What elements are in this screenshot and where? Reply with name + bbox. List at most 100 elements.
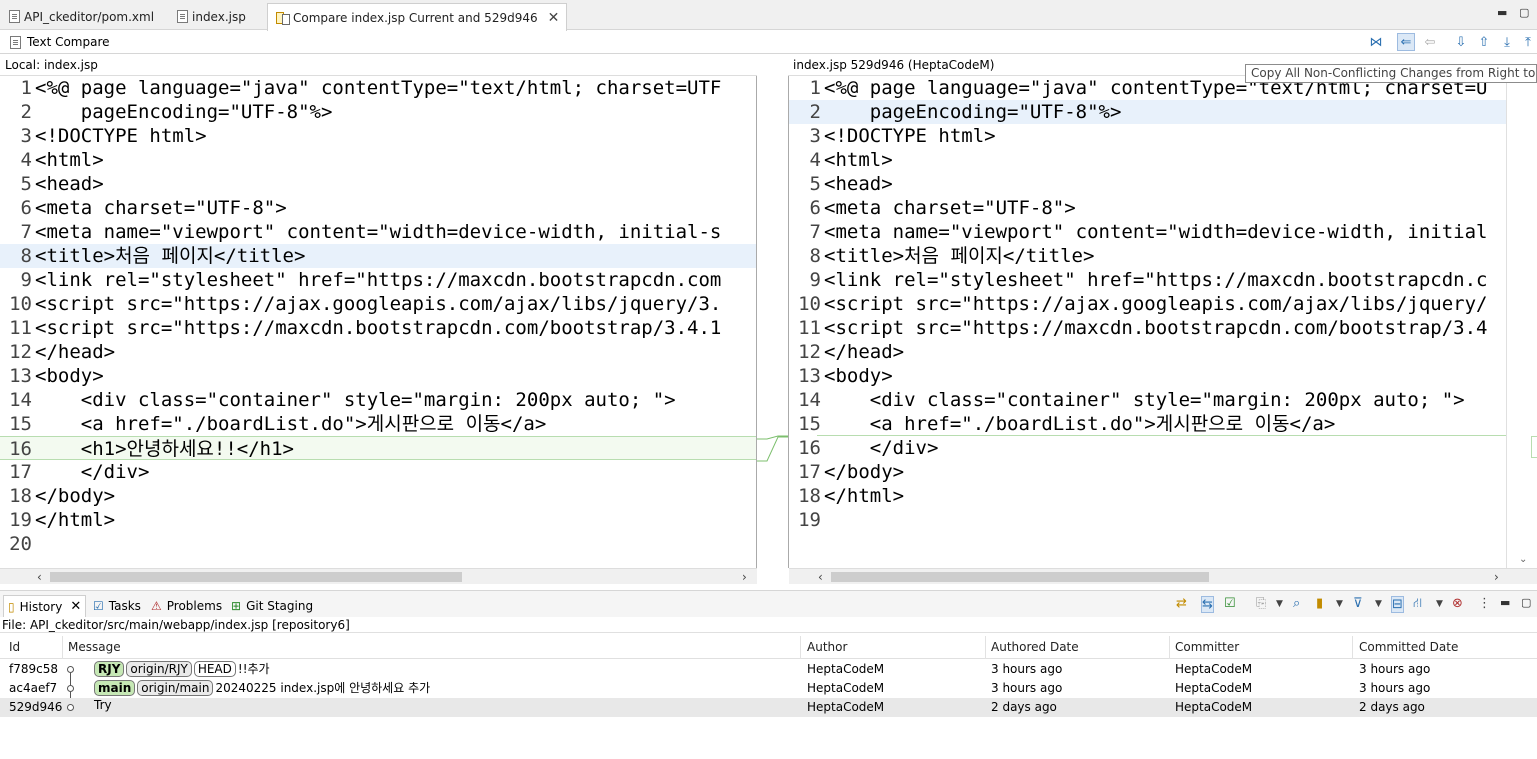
- compare-mode-icon[interactable]: ⎘: [1256, 596, 1266, 611]
- dropdown-arrow-icon[interactable]: ▼: [1375, 599, 1382, 609]
- code-line[interactable]: 17 </body>: [789, 460, 1506, 484]
- link-with-editor-icon[interactable]: ⇆: [1201, 596, 1214, 613]
- commit-id: f789c58: [9, 662, 58, 676]
- tab-git-staging[interactable]: ⊞ Git Staging: [227, 595, 317, 617]
- stop-icon[interactable]: ⊗: [1452, 596, 1463, 611]
- minimize-icon[interactable]: ▬: [1500, 596, 1510, 609]
- ignore-whitespace-icon[interactable]: ⋈: [1367, 33, 1385, 51]
- column-id[interactable]: Id: [9, 640, 20, 654]
- search-icon[interactable]: ⌕: [1293, 596, 1300, 611]
- code-line[interactable]: 12 </head>: [0, 340, 757, 364]
- right-hscrollbar[interactable]: ‹ ›: [789, 568, 1537, 584]
- column-authored-date[interactable]: Authored Date: [991, 640, 1079, 654]
- tab-index-jsp[interactable]: index.jsp: [170, 3, 253, 30]
- next-difference-icon[interactable]: ⇩: [1452, 33, 1470, 51]
- show-all-branches-icon[interactable]: ⊟: [1391, 596, 1404, 613]
- code-line[interactable]: 8 <title>처음 페이지</title>: [0, 244, 757, 268]
- code-line[interactable]: 3 <!DOCTYPE html>: [789, 124, 1506, 148]
- next-change-icon[interactable]: ⤓: [1498, 33, 1516, 51]
- code-line[interactable]: 9 <link rel="stylesheet" href="https://ma…: [0, 268, 757, 292]
- code-line[interactable]: 18 </body>: [0, 484, 757, 508]
- code-line[interactable]: 14 <div class="container" style="margin:…: [789, 388, 1506, 412]
- code-line[interactable]: 5 <head>: [0, 172, 757, 196]
- code-line[interactable]: 10 <script src="https://ajax.googleapis.c…: [0, 292, 757, 316]
- column-author[interactable]: Author: [807, 640, 847, 654]
- copy-current-change-icon[interactable]: ⇦: [1421, 33, 1439, 51]
- pin-icon[interactable]: ☑: [1224, 596, 1236, 611]
- previous-change-icon[interactable]: ⤒: [1519, 33, 1537, 51]
- code-line[interactable]: 9 <link rel="stylesheet" href="https://ma…: [789, 268, 1506, 292]
- scroll-down-arrow-icon[interactable]: ⌄: [1519, 554, 1527, 565]
- code-line[interactable]: 4 <html>: [0, 148, 757, 172]
- commit-graph-node: [67, 666, 74, 673]
- code-line[interactable]: 19 </html>: [0, 508, 757, 532]
- left-code-pane[interactable]: 1 <%@ page language="java" contentType="t…: [0, 76, 757, 568]
- code-line[interactable]: 1 <%@ page language="java" contentType="t…: [0, 76, 757, 100]
- left-hscroll-thumb[interactable]: [50, 572, 462, 582]
- code-line[interactable]: 6 <meta charset="UTF-8">: [0, 196, 757, 220]
- code-line[interactable]: 11 <script src="https://maxcdn.bootstrapc…: [0, 316, 757, 340]
- filter-icon[interactable]: ⊽: [1353, 596, 1363, 611]
- code-line[interactable]: 2 pageEncoding="UTF-8"%>: [789, 100, 1506, 124]
- compare-icon: [275, 11, 290, 25]
- column-message[interactable]: Message: [68, 640, 121, 654]
- code-line[interactable]: 14 <div class="container" style="margin:…: [0, 388, 757, 412]
- code-line[interactable]: 10 <script src="https://ajax.googleapis.c…: [789, 292, 1506, 316]
- code-line[interactable]: 16 <h1>안녕하세요!!</h1>: [0, 436, 757, 460]
- code-line[interactable]: 15 <a href="./boardList.do">게시판으로 이동</a>: [0, 412, 757, 436]
- code-line[interactable]: 20: [0, 532, 757, 556]
- table-row[interactable]: 529d946 Try HeptaCodeM 2 days ago HeptaCodeM…: [0, 698, 1537, 717]
- code-line[interactable]: 2 pageEncoding="UTF-8"%>: [0, 100, 757, 124]
- tab-pom-xml[interactable]: API_ckeditor/pom.xml: [2, 3, 161, 30]
- maximize-icon[interactable]: ▢: [1521, 596, 1531, 609]
- message-text: 20240225 index.jsp에 안녕하세요 추가: [215, 681, 431, 695]
- code-line[interactable]: 6 <meta charset="UTF-8">: [789, 196, 1506, 220]
- code-line[interactable]: 13 <body>: [789, 364, 1506, 388]
- scroll-left-arrow-icon[interactable]: ‹: [818, 569, 823, 585]
- history-icon: ▯: [8, 599, 15, 614]
- graph-icon[interactable]: ⛙: [1413, 596, 1422, 613]
- left-hscrollbar[interactable]: ‹ ›: [0, 568, 757, 584]
- view-menu-icon[interactable]: ⋮: [1478, 596, 1491, 611]
- code-line[interactable]: 3 <!DOCTYPE html>: [0, 124, 757, 148]
- close-icon[interactable]: ✕: [548, 10, 560, 26]
- link-with-selection-icon[interactable]: ⇄: [1176, 596, 1187, 611]
- table-row[interactable]: ac4aef7 main origin/main 20240225 index.jsp…: [0, 679, 1537, 704]
- column-committed-date[interactable]: Committed Date: [1359, 640, 1458, 654]
- close-icon[interactable]: ✕: [70, 599, 81, 614]
- right-code-pane[interactable]: 1 <%@ page language="java" contentType="t…: [789, 76, 1506, 568]
- code-line[interactable]: 7 <meta name="viewport" content="width=de…: [789, 220, 1506, 244]
- tab-tasks[interactable]: ☑ Tasks: [89, 595, 145, 617]
- previous-difference-icon[interactable]: ⇧: [1475, 33, 1493, 51]
- scroll-right-arrow-icon[interactable]: ›: [742, 569, 747, 585]
- code-line[interactable]: 16 </div>: [789, 436, 1506, 460]
- tab-compare[interactable]: Compare index.jsp Current and 529d946 ✕: [267, 3, 568, 31]
- tab-problems[interactable]: ⚠ Problems: [147, 595, 226, 617]
- code-line[interactable]: 12 </head>: [789, 340, 1506, 364]
- table-row[interactable]: f789c58 RJY origin/RJY HEAD !!추가 HeptaCodeM 3 …: [0, 660, 1537, 685]
- copy-right-to-left-icon[interactable]: ⇐: [1397, 33, 1415, 51]
- tab-history[interactable]: ▯ History ✕: [3, 595, 87, 617]
- code-line[interactable]: 18 </html>: [789, 484, 1506, 508]
- minimize-icon[interactable]: ▬: [1497, 6, 1507, 19]
- dropdown-arrow-icon[interactable]: ▼: [1276, 599, 1283, 609]
- code-line[interactable]: 8 <title>처음 페이지</title>: [789, 244, 1506, 268]
- code-line[interactable]: 15 <a href="./boardList.do">게시판으로 이동</a>: [789, 412, 1506, 436]
- dropdown-arrow-icon[interactable]: ▼: [1436, 599, 1443, 609]
- code-line[interactable]: 7 <meta name="viewport" content="width=de…: [0, 220, 757, 244]
- code-line[interactable]: 5 <head>: [789, 172, 1506, 196]
- code-line[interactable]: 17 </div>: [0, 460, 757, 484]
- branch-filter-icon[interactable]: ▮: [1316, 596, 1323, 611]
- overview-change-marker: [1531, 436, 1537, 458]
- maximize-icon[interactable]: ▢: [1519, 6, 1529, 19]
- scroll-right-arrow-icon[interactable]: ›: [1494, 569, 1499, 585]
- scroll-left-arrow-icon[interactable]: ‹: [37, 569, 42, 585]
- right-hscroll-thumb[interactable]: [831, 572, 1209, 582]
- code-line[interactable]: 4 <html>: [789, 148, 1506, 172]
- dropdown-arrow-icon[interactable]: ▼: [1336, 599, 1343, 609]
- column-committer[interactable]: Committer: [1175, 640, 1239, 654]
- code-line[interactable]: 11 <script src="https://maxcdn.bootstrapc…: [789, 316, 1506, 340]
- code-line[interactable]: 19: [789, 508, 1506, 532]
- line-number: 16: [798, 437, 821, 459]
- code-line[interactable]: 13 <body>: [0, 364, 757, 388]
